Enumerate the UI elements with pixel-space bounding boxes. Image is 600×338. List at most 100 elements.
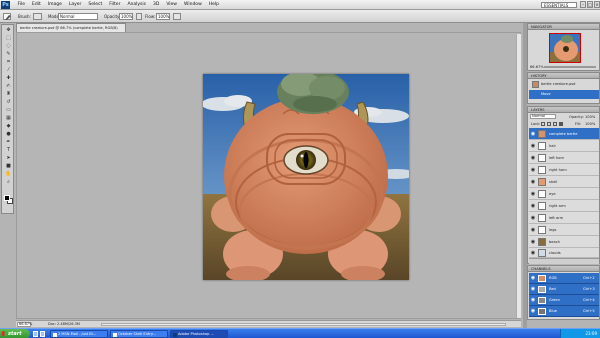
tab-navigator[interactable]: NAVIGATOR — [528, 24, 599, 30]
document-canvas[interactable] — [203, 74, 409, 280]
marquee-tool-icon[interactable]: ⬚ — [5, 36, 12, 41]
airbrush-toggle[interactable] — [173, 13, 181, 20]
channel-blue[interactable]: ◉ Blue Ctrl+5 — [529, 306, 599, 317]
pen-tool-icon[interactable]: ✒ — [5, 140, 12, 145]
layer-hair[interactable]: ◉ hair — [529, 140, 599, 152]
channel-green[interactable]: ◉ Green Ctrl+4 — [529, 295, 599, 306]
vertical-scrollbar[interactable] — [516, 34, 521, 318]
layer-complete-bertie[interactable]: ◉ complete bertie — [529, 128, 599, 140]
healing-tool-icon[interactable]: ✚ — [5, 76, 12, 81]
opacity-pressure-toggle[interactable] — [136, 13, 142, 20]
minimize-button[interactable]: – — [580, 1, 586, 8]
blend-mode-select[interactable]: Normal — [530, 114, 556, 119]
menu-filter[interactable]: Filter — [106, 0, 124, 10]
eye-icon[interactable]: ◉ — [530, 131, 536, 137]
eye-icon[interactable]: ◉ — [530, 155, 536, 161]
quicklaunch-browser-icon[interactable] — [33, 331, 38, 337]
dodge-tool-icon[interactable]: ● — [5, 132, 12, 137]
lock-position-icon[interactable] — [553, 122, 557, 126]
document-tab[interactable]: bertie creature.psd @ 66.7% (complete be… — [16, 23, 126, 32]
crop-tool-icon[interactable]: ⌗ — [5, 60, 12, 65]
blur-tool-icon[interactable]: ◆ — [5, 124, 12, 129]
eye-icon[interactable]: ◉ — [530, 191, 536, 197]
menu-window[interactable]: Window — [181, 0, 206, 10]
lock-transparency-icon[interactable] — [541, 122, 545, 126]
menu-analysis[interactable]: Analysis — [124, 0, 150, 10]
brush-tool-icon[interactable]: ✍ — [5, 84, 12, 89]
navigator-zoom[interactable]: 66.67% — [530, 65, 544, 69]
eye-icon[interactable]: ◉ — [530, 167, 536, 173]
eraser-tool-icon[interactable]: ▭ — [5, 108, 12, 113]
history-snapshot[interactable]: bertie creature.psd — [529, 80, 599, 89]
menu-help[interactable]: Help — [205, 0, 222, 10]
eye-icon[interactable]: ◉ — [530, 227, 536, 233]
close-button[interactable]: × — [594, 1, 600, 8]
eye-icon[interactable]: ◉ — [530, 250, 536, 256]
lock-all-icon[interactable] — [559, 122, 563, 126]
menu-edit[interactable]: Edit — [29, 0, 45, 10]
menu-layer[interactable]: Layer — [65, 0, 85, 10]
eye-icon[interactable]: ◉ — [530, 239, 536, 245]
layer-left-horn[interactable]: ◉ left horn — [529, 152, 599, 164]
opacity-field[interactable]: 100% — [119, 13, 133, 20]
move-tool-icon[interactable]: ✥ — [5, 28, 12, 33]
task-october-shell[interactable]: October Shell Entry... — [110, 330, 168, 338]
channel-red[interactable]: ◉ Red Ctrl+3 — [529, 284, 599, 295]
layer-right-arm[interactable]: ◉ right arm — [529, 200, 599, 212]
tool-preset-picker[interactable] — [3, 13, 11, 20]
menu-image[interactable]: Image — [44, 0, 65, 10]
flow-field[interactable]: 100% — [156, 13, 170, 20]
zoom-level-field[interactable]: 66.67% — [17, 322, 32, 327]
zoom-tool-icon[interactable]: ⌕ — [5, 180, 12, 185]
layer-right-horn[interactable]: ◉ right horn — [529, 164, 599, 176]
tab-channels[interactable]: CHANNELS — [528, 266, 599, 272]
clock[interactable]: 23:09 — [585, 331, 597, 336]
task-msn-mail[interactable]: 2 MSN Mail - Just Bl... — [50, 330, 108, 338]
eye-icon[interactable]: ◉ — [530, 203, 536, 209]
navigator-zoom-slider[interactable] — [544, 66, 596, 68]
layer-legs[interactable]: ◉ legs — [529, 224, 599, 236]
layer-beach[interactable]: ◉ beach — [529, 236, 599, 248]
layer-left-arm[interactable]: ◉ left arm — [529, 212, 599, 224]
shape-tool-icon[interactable]: ■ — [5, 164, 12, 169]
gradient-tool-icon[interactable]: ▦ — [5, 116, 12, 121]
quicklaunch-desktop-icon[interactable] — [40, 331, 45, 337]
layer-opacity-field[interactable]: 100% — [585, 114, 595, 120]
menu-file[interactable]: File — [14, 0, 29, 10]
menu-view[interactable]: View — [163, 0, 181, 10]
hand-tool-icon[interactable]: ✋ — [5, 172, 12, 177]
eye-icon[interactable]: ◉ — [530, 308, 536, 314]
eyedropper-tool-icon[interactable]: ⁄ — [5, 68, 12, 73]
horizontal-scrollbar[interactable] — [101, 323, 506, 326]
foreground-color-swatch[interactable] — [4, 195, 10, 201]
tab-layers[interactable]: LAYERS — [528, 107, 599, 113]
layer-shell[interactable]: ◉ shell — [529, 176, 599, 188]
navigator-preview[interactable] — [549, 33, 581, 63]
path-select-tool-icon[interactable]: ➤ — [5, 156, 12, 161]
stamp-tool-icon[interactable]: ♜ — [5, 92, 12, 97]
channel-rgb[interactable]: ◉ RGB Ctrl+2 — [529, 273, 599, 284]
history-state[interactable]: Move — [529, 90, 599, 99]
eye-icon[interactable]: ◉ — [530, 143, 536, 149]
maximize-button[interactable]: □ — [587, 1, 593, 8]
task-photoshop[interactable]: Adobe Photoshop ... — [170, 330, 228, 338]
eye-icon[interactable]: ◉ — [530, 297, 536, 303]
layer-eye[interactable]: ◉ eye — [529, 188, 599, 200]
canvas-area[interactable] — [16, 32, 521, 319]
history-brush-tool-icon[interactable]: ↺ — [5, 100, 12, 105]
menu-3d[interactable]: 3D — [149, 0, 162, 10]
lock-pixels-icon[interactable] — [547, 122, 551, 126]
mode-select[interactable]: Normal — [58, 13, 98, 20]
lasso-tool-icon[interactable]: ◌ — [5, 44, 12, 49]
eye-icon[interactable]: ◉ — [530, 179, 536, 185]
start-button[interactable]: start — [0, 329, 30, 338]
type-tool-icon[interactable]: T — [5, 148, 12, 153]
tab-history[interactable]: HISTORY — [528, 73, 599, 79]
workspace-switcher[interactable]: ESSENTIALS — [541, 2, 577, 8]
layer-clouds[interactable]: ◉ clouds — [529, 248, 599, 258]
quick-select-tool-icon[interactable]: ✎ — [5, 52, 12, 57]
eye-icon[interactable]: ◉ — [530, 286, 536, 292]
fill-field[interactable]: 100% — [585, 121, 595, 127]
menu-select[interactable]: Select — [85, 0, 106, 10]
eye-icon[interactable]: ◉ — [530, 215, 536, 221]
